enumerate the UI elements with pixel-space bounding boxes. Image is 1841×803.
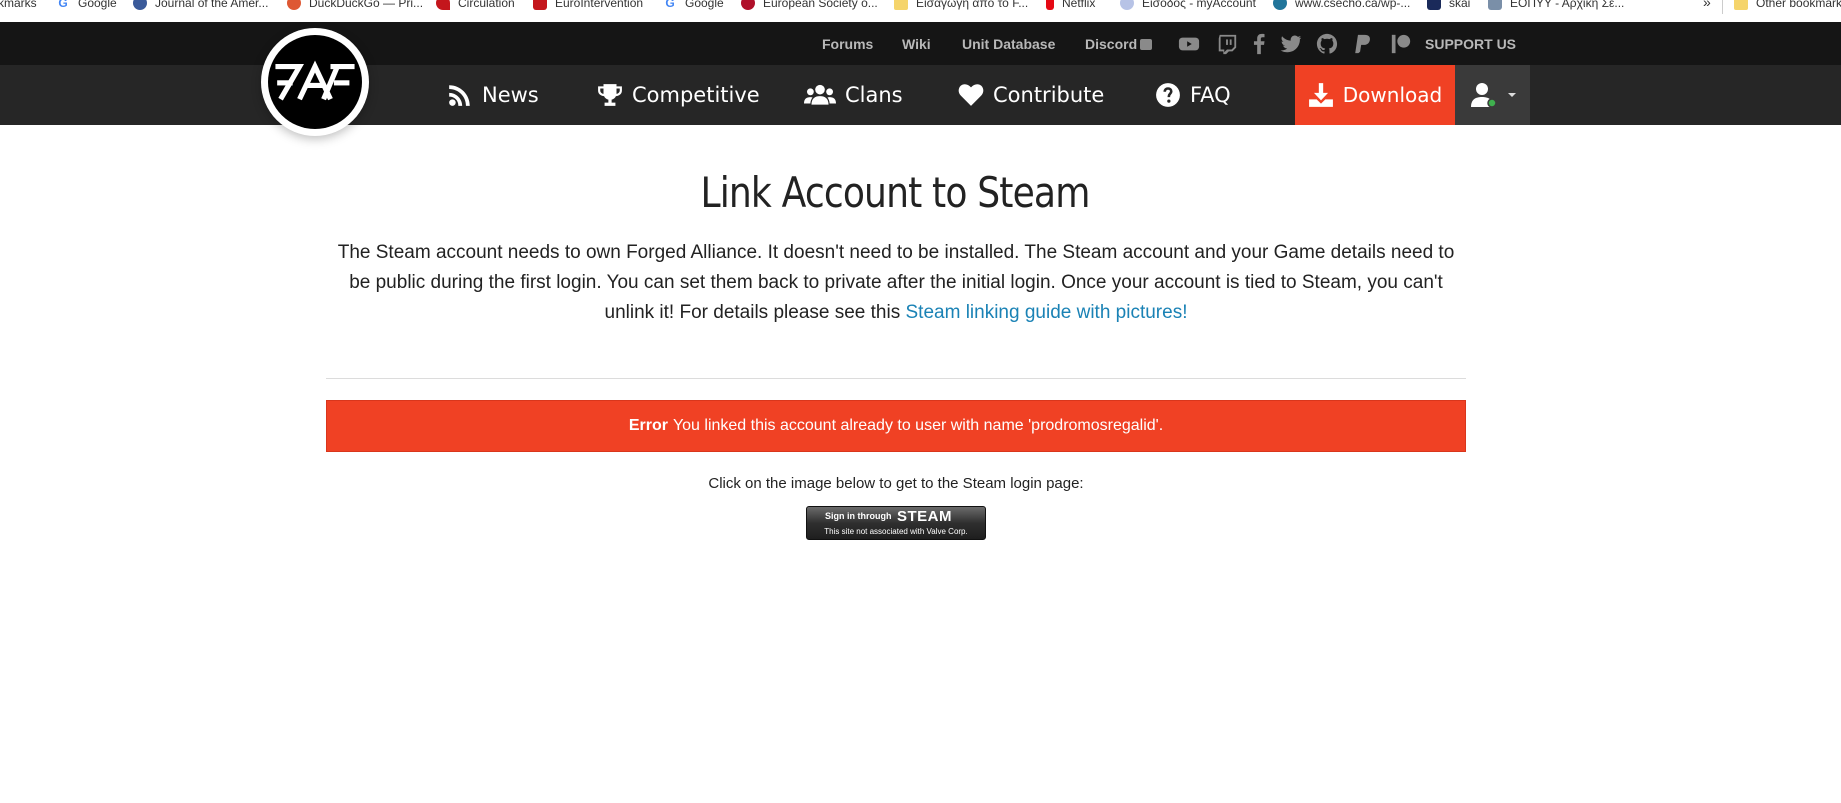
youtube-icon[interactable]: [1178, 33, 1200, 55]
divider: [326, 378, 1466, 379]
twitter-icon[interactable]: [1280, 33, 1302, 55]
bookmark-item[interactable]: G Google: [663, 0, 724, 12]
page-title: Link Account to Steam: [700, 168, 1090, 217]
duckduckgo-icon: [287, 0, 301, 10]
facebook-icon[interactable]: [1248, 33, 1270, 55]
steam-guide-link[interactable]: Steam linking guide with pictures!: [906, 302, 1188, 323]
bookmarks-bar: kmarks G Google Journal of the Amer... Du…: [0, 0, 1841, 22]
journal-icon: [133, 0, 147, 10]
esc-icon: [741, 0, 755, 10]
bookmarks-more-button[interactable]: »: [1703, 0, 1711, 10]
bookmark-item[interactable]: Journal of the Amer...: [133, 0, 268, 12]
bookmark-item[interactable]: Circulation: [436, 0, 515, 12]
heart-icon: [958, 84, 984, 106]
bookmark-item[interactable]: DuckDuckGo — Pri...: [287, 0, 423, 12]
wordpress-icon: [1273, 0, 1287, 10]
folder-icon: [1734, 0, 1748, 10]
netflix-icon: [1046, 0, 1054, 10]
bookmark-item[interactable]: ΕΟΠΥΥ - Αρχική Σε...: [1488, 0, 1624, 12]
faf-logo-icon: [275, 60, 355, 101]
other-bookmarks[interactable]: Other bookmarks: [1734, 0, 1841, 12]
bookmark-item[interactable]: Είσοδος - myAccount: [1120, 0, 1256, 12]
patreon-icon[interactable]: [1390, 33, 1412, 55]
error-message: You linked this account already to user …: [672, 417, 1164, 434]
twitch-icon[interactable]: [1216, 33, 1238, 55]
discord-link[interactable]: Discord: [1085, 36, 1153, 52]
trophy-icon: [598, 84, 622, 106]
steam-button-logo: STEAM: [897, 508, 952, 525]
skai-icon: [1427, 0, 1441, 10]
question-icon: [1156, 83, 1180, 107]
bookmark-item[interactable]: Netflix: [1046, 0, 1095, 12]
bookmark-item[interactable]: www.csecho.ca/wp-...: [1273, 0, 1410, 12]
nav-news[interactable]: News: [447, 65, 539, 125]
steam-button-line1: Sign in through: [825, 511, 892, 521]
unit-database-link[interactable]: Unit Database: [962, 36, 1055, 52]
nav-clans[interactable]: Clans: [804, 65, 903, 125]
bookmark-item[interactable]: Εισαγωγή από το F...: [894, 0, 1028, 12]
bookmark-item[interactable]: European Society o...: [741, 0, 878, 12]
circulation-icon: [436, 0, 450, 10]
google-icon: G: [663, 0, 677, 10]
download-icon: [1308, 83, 1333, 107]
chevron-down-icon: [1507, 93, 1516, 97]
myaccount-icon: [1120, 0, 1134, 10]
bookmark-item[interactable]: EuroIntervention: [533, 0, 643, 12]
logo-emblem: [268, 35, 362, 129]
nav-competitive[interactable]: Competitive: [597, 65, 760, 125]
github-icon[interactable]: [1316, 33, 1338, 55]
bookmark-item[interactable]: G Google: [56, 0, 117, 12]
steam-instruction: Click on the image below to get to the S…: [708, 475, 1084, 492]
support-us-link[interactable]: SUPPORT US: [1425, 36, 1516, 52]
forums-link[interactable]: Forums: [822, 36, 873, 52]
users-icon: [804, 84, 836, 105]
wiki-link[interactable]: Wiki: [902, 36, 931, 52]
rss-icon: [449, 85, 470, 106]
user-icon: [1470, 83, 1497, 108]
nav-faq[interactable]: FAQ: [1155, 65, 1231, 125]
bookmark-item[interactable]: skai: [1427, 0, 1470, 12]
eopyy-icon: [1488, 0, 1502, 10]
nav-contribute[interactable]: Contribute: [958, 65, 1104, 125]
intro-text: The Steam account needs to own Forged Al…: [337, 242, 1455, 323]
paypal-icon[interactable]: [1352, 33, 1374, 55]
bookmark-item[interactable]: kmarks: [0, 0, 37, 12]
bookmarks-divider: [1722, 0, 1723, 14]
steam-sign-in-button[interactable]: Sign in through STEAM This site not asso…: [806, 506, 986, 540]
discord-icon: [1140, 39, 1153, 50]
faf-logo[interactable]: [261, 28, 369, 136]
error-label: Error: [628, 417, 668, 434]
folder-icon: [894, 0, 908, 10]
error-alert: Error You linked this account already to…: [326, 400, 1466, 452]
user-menu-button[interactable]: [1455, 65, 1530, 125]
download-button[interactable]: Download: [1295, 65, 1455, 125]
eurointervention-icon: [533, 0, 547, 10]
steam-button-disclaimer: This site not associated with Valve Corp…: [824, 527, 968, 536]
google-icon: G: [56, 0, 70, 10]
